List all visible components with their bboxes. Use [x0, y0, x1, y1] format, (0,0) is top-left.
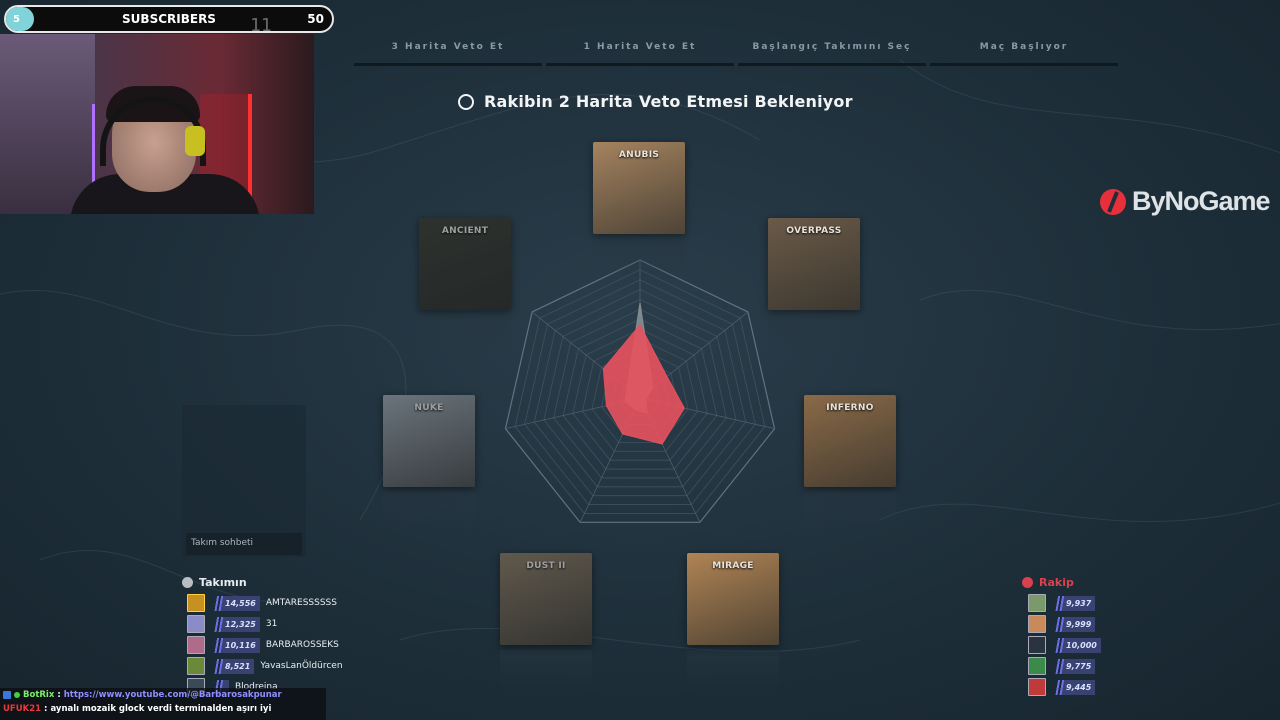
map-reflection [687, 650, 779, 690]
player-elo: 10,116 [211, 637, 260, 653]
map-card-ancient[interactable]: ANCIENT [419, 218, 511, 310]
avatar [1028, 594, 1046, 612]
avatar [1028, 615, 1046, 633]
chat-message: BotRix : https://www.youtube.com/@Barbar… [0, 688, 326, 702]
my-team-player[interactable]: 12,325 31 [187, 614, 277, 634]
enemy-team-player[interactable]: 9,999 [1028, 614, 1096, 634]
map-reflection [593, 240, 685, 280]
map-card-mirage[interactable]: MIRAGE [687, 553, 779, 645]
map-name: ANUBIS [618, 150, 660, 160]
map-reflection [500, 650, 592, 690]
enemy-team-player[interactable]: 9,775 [1028, 656, 1096, 676]
map-card-anubis[interactable]: ANUBIS [593, 142, 685, 234]
avatar [1028, 678, 1046, 696]
my-team-player[interactable]: 14,556 AMTARESSSSSS [187, 593, 337, 613]
subscriber-goal: 50 [307, 12, 324, 26]
chat-message: UFUK21 : aynalı mozaik glock verdi termi… [3, 704, 272, 714]
player-elo: 10,000 [1052, 637, 1101, 653]
player-elo: 9,999 [1052, 616, 1096, 632]
subscriber-label: SUBSCRIBERS [122, 12, 216, 26]
map-card-overpass[interactable]: OVERPASS [768, 218, 860, 310]
team-dot-icon [182, 577, 193, 588]
avatar [1028, 636, 1046, 654]
my-team-player[interactable]: 8,521 YavasLanÖldürcen [187, 656, 343, 676]
subscriber-current: 11 [250, 15, 272, 36]
enemy-team-player[interactable]: 9,445 [1028, 677, 1096, 697]
chat-username: BotRix [23, 690, 55, 700]
map-reflection [768, 315, 860, 355]
player-elo: 8,521 [211, 658, 255, 674]
player-elo: 9,775 [1052, 658, 1096, 674]
player-elo: 14,556 [211, 595, 260, 611]
avatar [187, 657, 205, 675]
sponsor-logo: ByNoGame [1098, 186, 1271, 217]
map-card-inferno[interactable]: INFERNO [804, 395, 896, 487]
avatar [187, 615, 205, 633]
team-dot-icon [1022, 577, 1033, 588]
player-elo: 9,937 [1052, 595, 1096, 611]
player-name: 31 [265, 619, 278, 629]
avatar [187, 594, 205, 612]
subscriber-goal-bar: 5 SUBSCRIBERS 11 50 [4, 5, 334, 36]
bot-badge-icon [3, 691, 11, 699]
sponsor-name: ByNoGame [1132, 186, 1271, 216]
player-name: BARBAROSSEKS [265, 640, 339, 650]
player-elo: 12,325 [211, 616, 260, 632]
radar-series-team [602, 323, 685, 445]
player-name: AMTARESSSSSS [265, 598, 337, 608]
streamer-webcam [0, 34, 314, 214]
map-name: OVERPASS [786, 226, 842, 236]
map-name: INFERNO [826, 403, 874, 413]
bynogame-logo-icon [1100, 188, 1126, 215]
my-team-player[interactable]: 10,116 BARBAROSSEKS [187, 635, 339, 655]
online-badge-icon [14, 692, 20, 698]
map-reflection [383, 492, 475, 532]
stream-chat-overlay: BotRix : https://www.youtube.com/@Barbar… [0, 688, 326, 720]
my-team-label: Takımın [199, 576, 247, 589]
map-reflection [804, 492, 896, 532]
chat-username: UFUK21 [3, 704, 42, 714]
player-name: YavasLanÖldürcen [260, 661, 343, 671]
map-vetoed-overlay [419, 218, 511, 310]
map-vetoed-overlay [383, 395, 475, 487]
map-card-dust2[interactable]: DUST II [500, 553, 592, 645]
map-name: MIRAGE [712, 561, 754, 571]
chat-text: aynalı mozaik glock verdi terminalden aş… [50, 704, 272, 714]
enemy-team-player[interactable]: 10,000 [1028, 635, 1101, 655]
chat-text: https://www.youtube.com/@Barbarosakpunar [63, 690, 282, 700]
map-reflection [419, 315, 511, 355]
my-team-header: Takımın [182, 576, 247, 589]
enemy-team-label: Rakip [1039, 576, 1074, 589]
enemy-team-player[interactable]: 9,937 [1028, 593, 1096, 613]
avatar [187, 636, 205, 654]
player-elo: 9,445 [1052, 679, 1096, 695]
map-vetoed-overlay [500, 553, 592, 645]
team-chat-input[interactable]: Takım sohbeti [186, 533, 302, 555]
avatar [1028, 657, 1046, 675]
enemy-team-header: Rakip [1022, 576, 1074, 589]
map-card-nuke[interactable]: NUKE [383, 395, 475, 487]
